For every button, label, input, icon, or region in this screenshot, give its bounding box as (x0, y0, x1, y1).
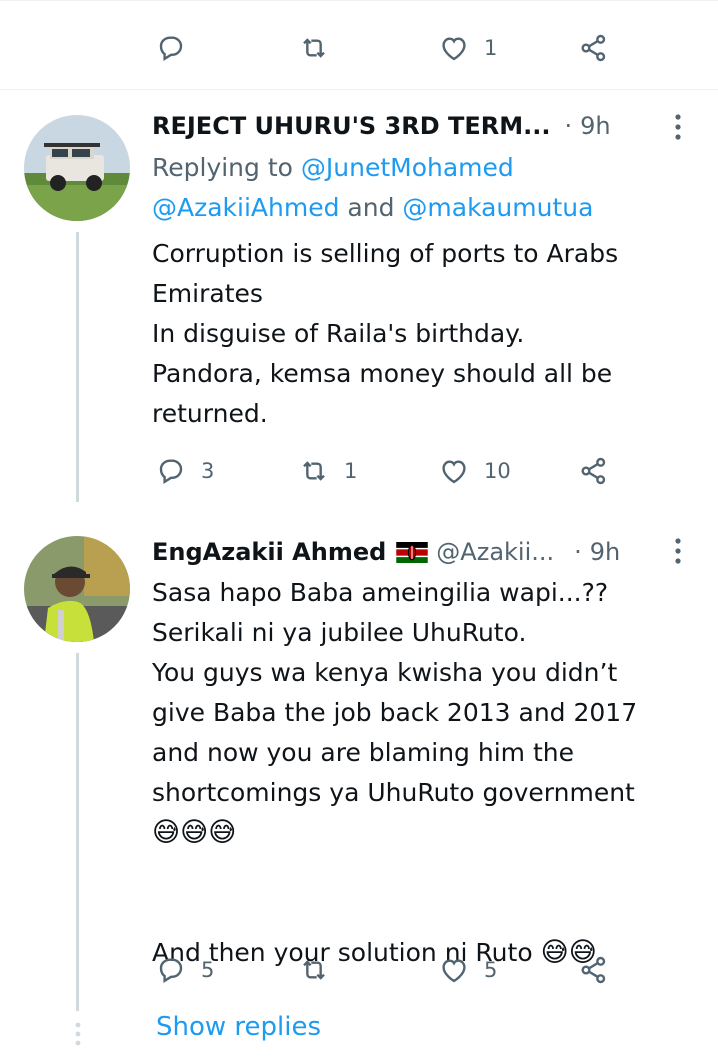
emoji-line: 😅😅😅 (152, 817, 237, 848)
reply-button[interactable] (155, 32, 187, 64)
share-button[interactable] (578, 455, 610, 487)
tweet-text-2: And then your solution ni Ruto 😅😅 (152, 893, 597, 973)
separator-dot: · (564, 112, 573, 140)
reply-icon (159, 958, 183, 983)
retweet-icon (303, 38, 325, 58)
like-icon (442, 959, 466, 983)
replying-to: Replying to @JunetMohamed @AzakiiAhmed a… (152, 148, 593, 228)
timestamp[interactable]: 9h (580, 112, 610, 140)
more-icon (675, 538, 681, 564)
reply-count: 5 (201, 958, 215, 982)
like-button[interactable]: 5 (438, 954, 497, 986)
reply-button[interactable]: 3 (155, 455, 214, 487)
retweet-button[interactable]: 1 (298, 455, 357, 487)
thread-continuation-dots (74, 1021, 82, 1051)
more-button[interactable] (672, 112, 684, 146)
like-icon (442, 460, 466, 484)
display-name[interactable]: REJECT UHURU'S 3RD TERM... (152, 112, 551, 140)
avatar[interactable] (24, 536, 130, 642)
username[interactable]: @Azakii... (436, 538, 554, 566)
tweet-header: EngAzakii Ahmed @Azakii... · 9h (152, 534, 620, 570)
like-count: 5 (484, 958, 498, 982)
share-button[interactable] (578, 32, 610, 64)
thread-line (76, 653, 79, 1011)
mention-link[interactable]: @AzakiiAhmed (152, 193, 339, 222)
like-count: 10 (484, 459, 511, 483)
kenya-flag-icon (396, 541, 429, 563)
more-icon (675, 114, 681, 140)
retweet-icon (303, 461, 325, 481)
top-divider (0, 0, 718, 1)
timestamp[interactable]: 9h (590, 538, 620, 566)
avatar[interactable] (24, 115, 130, 221)
retweet-count: 1 (344, 459, 358, 483)
share-icon (581, 34, 606, 62)
tweet-header: REJECT UHURU'S 3RD TERM... · 9h (152, 108, 611, 144)
avatar-image (24, 115, 130, 221)
share-icon (581, 457, 606, 485)
more-button[interactable] (672, 536, 684, 570)
show-replies-link[interactable]: Show replies (156, 1012, 321, 1042)
thread-line (76, 232, 79, 502)
share-icon (581, 956, 606, 984)
reply-icon (159, 36, 183, 61)
mention-link[interactable]: @makaumutua (402, 193, 593, 222)
like-icon (442, 37, 466, 61)
mention-link[interactable]: @JunetMohamed (301, 153, 514, 182)
tweet-text: Sasa hapo Baba ameingilia wapi...?? Seri… (152, 578, 638, 807)
like-button[interactable]: 1 (438, 32, 497, 64)
reply-button[interactable]: 5 (155, 954, 214, 986)
reply-icon (159, 459, 183, 484)
retweet-button[interactable] (298, 954, 330, 986)
display-name[interactable]: EngAzakii Ahmed (152, 538, 386, 566)
replying-prefix: Replying to (152, 153, 301, 182)
separator-dot: · (574, 538, 582, 566)
tweet-divider (0, 89, 718, 90)
like-count: 1 (484, 36, 498, 60)
retweet-icon (303, 960, 325, 980)
like-button[interactable]: 10 (438, 455, 511, 487)
share-button[interactable] (578, 954, 610, 986)
avatar-image (24, 536, 130, 642)
reply-count: 3 (201, 459, 215, 483)
retweet-button[interactable] (298, 32, 330, 64)
tweet-text: Corruption is selling of ports to Arabs … (152, 239, 619, 428)
replying-and: and (339, 193, 403, 222)
